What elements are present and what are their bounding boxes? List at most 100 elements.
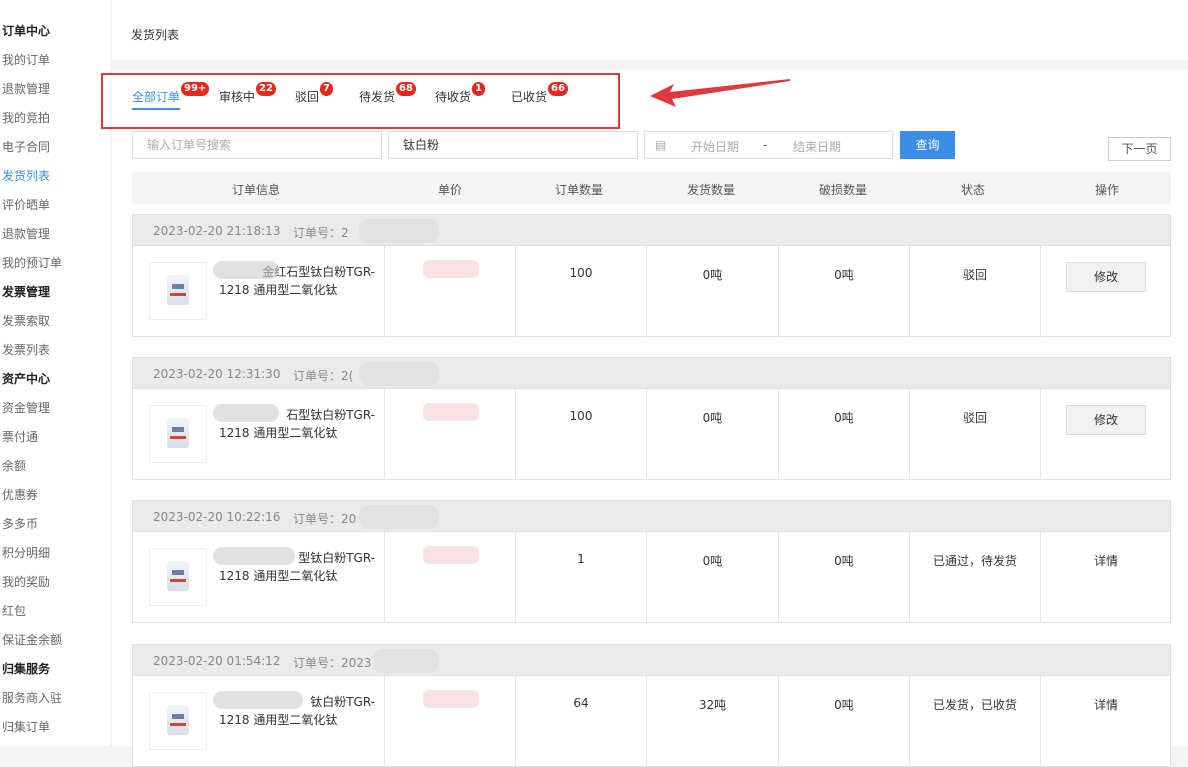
shipped-quantity: 0吨: [702, 268, 723, 282]
order-card: 2023-02-20 01:54:12 订单号：2023 钛白粉TGR- 121…: [132, 644, 1171, 767]
sidebar-group-assets: 资产中心: [2, 372, 51, 386]
product-bag-icon: [167, 705, 189, 735]
sidebar-item-points[interactable]: 积分明细: [2, 545, 50, 561]
sidebar: 订单中心 我的订单 退款管理 我的竞拍 电子合同 发货列表 评价晒单 退款管理 …: [0, 0, 110, 746]
order-quantity: 1: [577, 552, 585, 566]
edit-button[interactable]: 修改: [1066, 405, 1146, 435]
order-number: 订单号：2: [293, 226, 349, 240]
sidebar-item-red-packets[interactable]: 红包: [2, 603, 26, 619]
redaction: [423, 546, 479, 564]
date-separator: -: [763, 138, 768, 152]
product-image[interactable]: [149, 262, 207, 320]
status-cell: 已发货，已收货: [909, 676, 1040, 767]
order-card: 2023-02-20 21:18:13 订单号：2 金红石型钛白粉TGR- 12…: [132, 214, 1171, 337]
product-search-input[interactable]: 钛白粉: [388, 131, 638, 159]
sidebar-item-duoduo-coins[interactable]: 多多币: [2, 516, 38, 532]
qty-cell: 64: [515, 676, 646, 767]
damaged-quantity: 0吨: [834, 268, 854, 282]
order-time: 2023-02-20 21:18:13: [153, 224, 281, 238]
shipped-cell: 0吨: [646, 389, 778, 480]
product-image[interactable]: [149, 692, 207, 750]
sidebar-item-collection-orders[interactable]: 归集订单: [2, 719, 50, 735]
order-search-input[interactable]: 输入订单号搜索: [132, 131, 382, 159]
column-header: 订单数量: [555, 183, 604, 197]
order-time: 2023-02-20 12:31:30: [153, 367, 281, 381]
product-image[interactable]: [149, 405, 207, 463]
order-status: 已通过，待发货: [932, 554, 1017, 568]
order-quantity: 100: [569, 409, 593, 423]
redaction: [359, 219, 439, 243]
sidebar-item-preorders[interactable]: 我的预订单: [2, 255, 62, 271]
sidebar-item-invoice-request[interactable]: 发票索取: [2, 313, 50, 329]
order-time: 2023-02-20 01:54:12: [153, 654, 281, 668]
next-page-button[interactable]: 下一页: [1108, 137, 1171, 161]
product-name[interactable]: 型钛白粉TGR- 1218 通用型二氧化钛: [213, 547, 389, 585]
product-name[interactable]: 金红石型钛白粉TGR- 1218 通用型二氧化钛: [213, 261, 389, 299]
product-bag-icon: [167, 418, 189, 448]
redaction: [213, 547, 295, 565]
sidebar-item-funds[interactable]: 资金管理: [2, 400, 50, 416]
price-cell: [384, 532, 515, 623]
order-number: 订单号：20: [293, 512, 357, 526]
qty-cell: 1: [515, 532, 646, 623]
redaction: [359, 505, 439, 529]
sidebar-group-invoice: 发票管理: [2, 285, 51, 299]
product-name[interactable]: 钛白粉TGR- 1218 通用型二氧化钛: [213, 691, 389, 729]
sidebar-item-shipment-list[interactable]: 发货列表: [2, 168, 50, 184]
sidebar-item-e-contracts[interactable]: 电子合同: [2, 139, 50, 155]
redaction: [213, 261, 279, 279]
status-cell: 已通过，待发货: [909, 532, 1040, 623]
redaction: [423, 260, 479, 278]
action-cell: 详情: [1040, 676, 1171, 767]
redaction: [423, 403, 479, 421]
damaged-quantity: 0吨: [834, 554, 854, 568]
status-cell: 驳回: [909, 389, 1040, 480]
details-link[interactable]: 详情: [1041, 552, 1171, 569]
sidebar-item-coupons[interactable]: 优惠券: [2, 487, 38, 503]
price-cell: [384, 389, 515, 480]
sidebar-group-collection: 归集服务: [2, 662, 51, 676]
order-header: 2023-02-20 10:22:16 订单号：20: [132, 500, 1171, 532]
sidebar-item-reviews[interactable]: 评价晒单: [2, 197, 50, 213]
shipped-cell: 32吨: [646, 676, 778, 767]
redaction: [359, 362, 439, 386]
damaged-cell: 0吨: [778, 246, 909, 337]
sidebar-item-refunds-2[interactable]: 退款管理: [2, 226, 50, 242]
product-name[interactable]: 石型钛白粉TGR- 1218 通用型二氧化钛: [213, 404, 389, 442]
start-date-input[interactable]: 开始日期: [691, 138, 739, 155]
sidebar-item-balance[interactable]: 余额: [2, 458, 26, 474]
order-quantity: 100: [569, 266, 593, 280]
price-cell: [384, 676, 515, 767]
sidebar-item-provider-join[interactable]: 服务商入驻: [2, 690, 62, 706]
highlight-box: [101, 73, 620, 129]
qty-cell: 100: [515, 246, 646, 337]
details-link[interactable]: 详情: [1041, 696, 1171, 713]
sidebar-item-piaofutong[interactable]: 票付通: [2, 429, 38, 445]
column-header: 状态: [961, 183, 986, 197]
shipped-quantity: 0吨: [702, 411, 723, 425]
redaction: [373, 649, 439, 673]
shipped-quantity: 32吨: [698, 698, 727, 712]
sidebar-item-rewards[interactable]: 我的奖励: [2, 574, 50, 590]
date-range-picker[interactable]: ▤ 开始日期 - 结束日期: [644, 131, 893, 159]
order-header: 2023-02-20 21:18:13 订单号：2: [132, 214, 1171, 246]
column-header: 订单信息: [232, 183, 281, 197]
sidebar-item-invoice-list[interactable]: 发票列表: [2, 342, 50, 358]
redaction: [213, 691, 303, 709]
shipped-cell: 0吨: [646, 246, 778, 337]
status-cell: 驳回: [909, 246, 1040, 337]
product-bag-icon: [167, 275, 189, 305]
qty-cell: 100: [515, 389, 646, 480]
order-status: 已发货，已收货: [932, 698, 1017, 712]
product-image[interactable]: [149, 548, 207, 606]
sidebar-item-deposit[interactable]: 保证金余额: [2, 632, 62, 648]
sidebar-item-my-orders[interactable]: 我的订单: [2, 52, 50, 68]
order-row: 金红石型钛白粉TGR- 1218 通用型二氧化钛 100 0吨 0吨 驳回 修改: [132, 246, 1171, 337]
end-date-input[interactable]: 结束日期: [793, 138, 841, 155]
damaged-cell: 0吨: [778, 389, 909, 480]
sidebar-item-refunds[interactable]: 退款管理: [2, 81, 50, 97]
query-button[interactable]: 查询: [900, 131, 955, 159]
edit-button[interactable]: 修改: [1066, 262, 1146, 292]
damaged-quantity: 0吨: [834, 698, 854, 712]
sidebar-item-my-auctions[interactable]: 我的竞拍: [2, 110, 50, 126]
